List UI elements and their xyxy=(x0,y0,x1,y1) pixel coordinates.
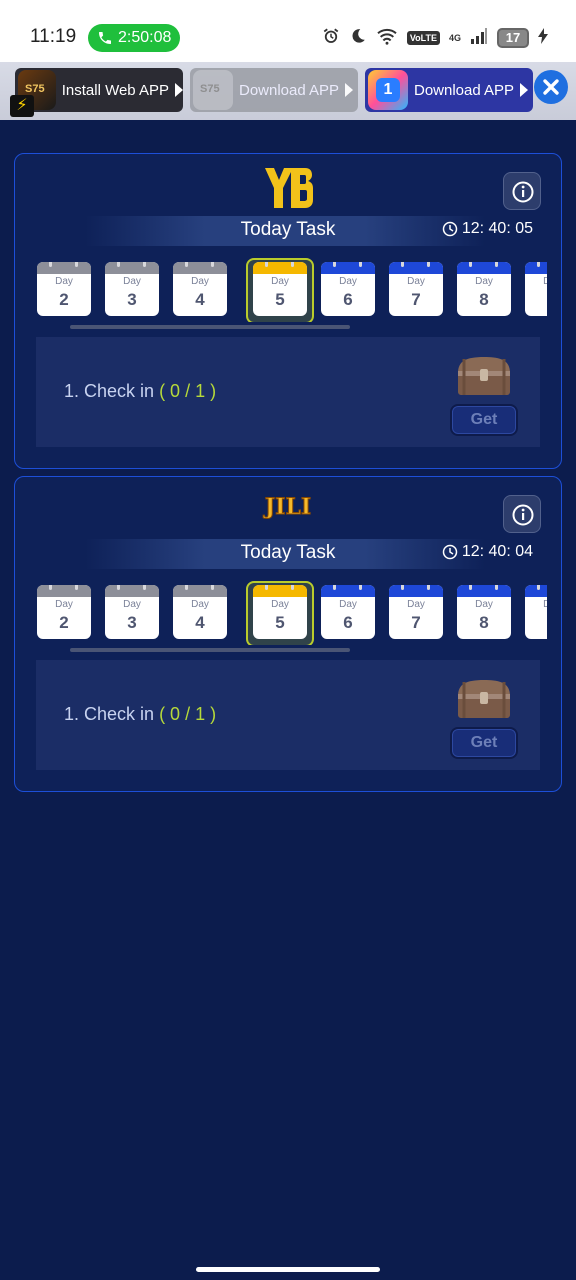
day-calendar-strip[interactable]: Day2 Day3 Day4 Day5 Day6 Day7 Day8 Day9 xyxy=(35,258,547,322)
get-reward-button[interactable]: Get xyxy=(450,404,518,436)
get-reward-button[interactable]: Get xyxy=(450,727,518,759)
day-item[interactable]: Day 3 xyxy=(105,585,159,639)
download-app-button-android[interactable]: S75 Download APP xyxy=(190,68,358,112)
day-item[interactable]: Day 6 xyxy=(321,585,375,639)
day-item[interactable]: Day 4 xyxy=(173,585,227,639)
battery-indicator: 17 xyxy=(497,28,529,48)
phone-icon xyxy=(99,32,111,44)
close-icon xyxy=(543,79,559,95)
day-item[interactable]: Day 3 xyxy=(105,262,159,316)
day-calendar-strip[interactable]: Day2 Day3 Day4 Day5 Day6 Day7 Day8 Day9 xyxy=(35,581,547,645)
svg-text:JILI: JILI xyxy=(263,494,311,520)
home-indicator[interactable] xyxy=(196,1267,380,1272)
day-item[interactable]: Day9 xyxy=(525,585,547,639)
day-strip-scrollbar[interactable] xyxy=(70,325,350,329)
yb-logo xyxy=(15,164,561,217)
call-timer-pill[interactable]: 2:50:08 xyxy=(88,24,180,52)
day-item[interactable]: Day 6 xyxy=(321,262,375,316)
task-card-jili: JILI Today Task 12: 40: 04 Day 2 Day 3 Day… xyxy=(14,476,562,792)
task-label: 1. Check in ( 0 / 1 ) xyxy=(64,704,217,724)
status-time: 11:19 xyxy=(30,26,77,47)
day-item[interactable]: Day 8 xyxy=(457,585,511,639)
alarm-icon xyxy=(322,27,340,50)
info-icon xyxy=(512,504,534,526)
countdown-timer: 12: 40: 05 xyxy=(442,220,533,238)
status-icons: VoLTE 4G 17 xyxy=(322,26,548,50)
day-strip-scrollbar[interactable] xyxy=(70,648,350,652)
task-item: 1. Check in ( 0 / 1 ) Get xyxy=(36,660,540,770)
volte-badge: VoLTE xyxy=(406,31,440,45)
close-banner-button[interactable] xyxy=(534,70,568,104)
day-item-current[interactable]: Day 5 xyxy=(253,585,307,639)
app-download-banner: S75 Install Web APP S75 Download APP 1 D… xyxy=(0,62,576,120)
install-web-app-button[interactable]: S75 Install Web APP xyxy=(15,68,183,112)
task-item: 1. Check in ( 0 / 1 ) Get xyxy=(36,337,540,447)
signal-icon xyxy=(470,27,488,49)
jili-logo: JILI xyxy=(15,487,561,526)
treasure-chest-icon xyxy=(454,678,514,722)
day-item[interactable]: Day 4 xyxy=(173,262,227,316)
day-item[interactable]: Day 7 xyxy=(389,262,443,316)
lightning-icon: ⚡ xyxy=(10,95,34,117)
info-icon xyxy=(512,181,534,203)
app-store-icon: 1 xyxy=(368,70,408,110)
day-item[interactable]: Day 7 xyxy=(389,585,443,639)
call-timer: 2:50:08 xyxy=(118,29,172,46)
day-item[interactable]: Day 8 xyxy=(457,262,511,316)
status-bar: 11:19 2:50:08 VoLTE 4G 17 xyxy=(0,0,576,62)
clock-icon xyxy=(442,544,458,560)
countdown-timer: 12: 40: 04 xyxy=(442,543,533,561)
task-progress: ( 0 / 1 ) xyxy=(159,381,217,401)
info-button[interactable] xyxy=(503,172,541,210)
task-label: 1. Check in ( 0 / 1 ) xyxy=(64,381,217,401)
network-type: 4G xyxy=(448,33,461,43)
info-button[interactable] xyxy=(503,495,541,533)
day-item-current[interactable]: Day 5 xyxy=(253,262,307,316)
task-card-yb: Today Task 12: 40: 05 Day 2 Day 3 Day 4 Day… xyxy=(14,153,562,469)
task-progress: ( 0 / 1 ) xyxy=(159,704,217,724)
play-arrow-icon xyxy=(520,83,529,97)
wifi-icon xyxy=(376,27,398,50)
play-arrow-icon xyxy=(175,83,183,97)
play-arrow-icon xyxy=(345,83,354,97)
day-item[interactable]: Day 2 xyxy=(37,262,91,316)
treasure-chest-icon xyxy=(454,355,514,399)
day-item[interactable]: Day 2 xyxy=(37,585,91,639)
charging-icon xyxy=(538,27,548,49)
day-item[interactable]: Day9 xyxy=(525,262,547,316)
moon-icon xyxy=(349,27,367,50)
clock-icon xyxy=(442,221,458,237)
app-logo-icon: S75 xyxy=(193,70,233,110)
download-app-button-ios[interactable]: 1 Download APP xyxy=(365,68,533,112)
